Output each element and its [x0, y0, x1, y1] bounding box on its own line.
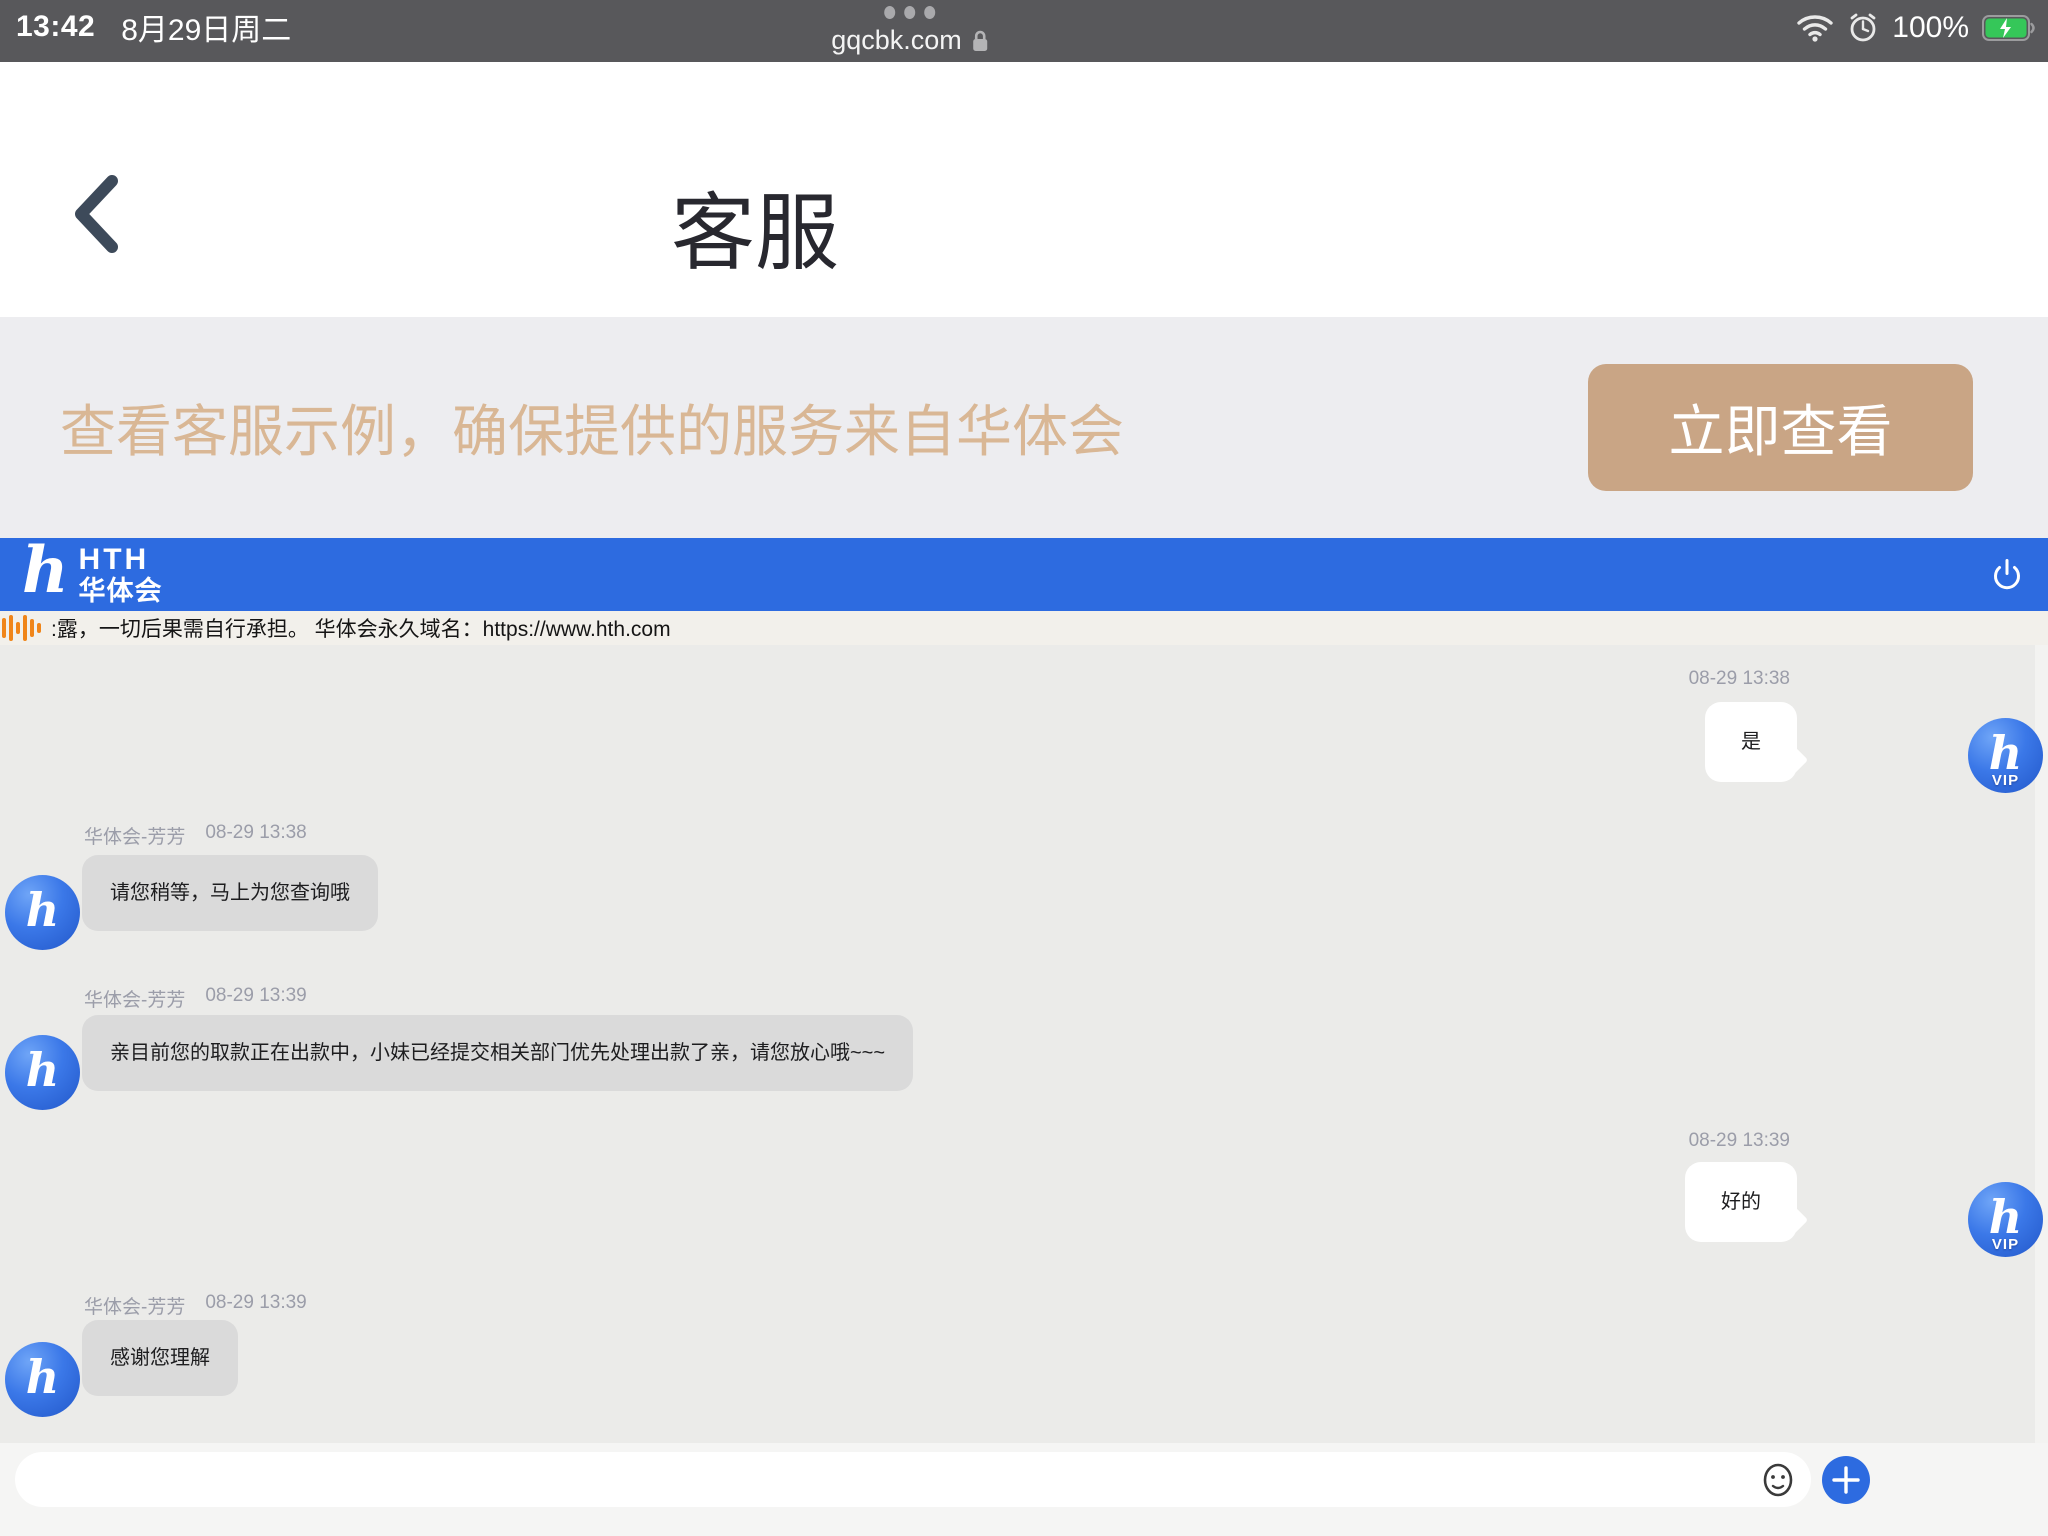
plus-icon	[1831, 1465, 1861, 1495]
vip-badge: VIP	[1968, 1236, 2043, 1253]
agent-name: 华体会-芳芳	[84, 1292, 185, 1319]
bubble-tail	[1780, 746, 1808, 774]
agent-avatar: h	[5, 1342, 80, 1417]
message-group-left: 华体会-芳芳 08-29 13:39 h 亲目前您的取款正在出款中，小妹已经提交…	[0, 985, 2048, 1145]
message-group-right: 08-29 13:39 好的 h VIP	[0, 1130, 2048, 1280]
power-button[interactable]	[1988, 556, 2026, 594]
message-bubble: 亲目前您的取款正在出款中，小妹已经提交相关部门优先处理出款了亲，请您放心哦~~~	[82, 1015, 913, 1091]
brand-logo-text: HTH	[79, 544, 163, 576]
message-time: 08-29 13:38	[205, 822, 306, 849]
avatar-h-icon: h	[1989, 730, 2022, 776]
status-left: 13:42 8月29日周二	[16, 0, 291, 54]
sound-wave-icon	[2, 615, 41, 641]
status-bar: 13:42 8月29日周二 gqcbk.com	[0, 0, 2048, 62]
battery-charging-icon	[1982, 15, 2036, 41]
user-avatar: h VIP	[1968, 1182, 2043, 1257]
message-time: 08-29 13:39	[205, 985, 306, 1012]
message-time: 08-29 13:38	[1689, 668, 1790, 690]
screen: 13:42 8月29日周二 gqcbk.com	[0, 0, 2048, 1536]
vip-badge: VIP	[1968, 772, 2043, 789]
message-input[interactable]	[43, 1452, 1737, 1509]
brand-logo-h-icon: h	[22, 542, 69, 600]
page-title: 客服	[671, 166, 839, 287]
message-input-pill	[15, 1452, 1811, 1507]
address-url: gqcbk.com	[831, 25, 962, 56]
bubble-tail	[1780, 1206, 1808, 1234]
announcement-text: :露，一切后果需自行承担。 华体会永久域名：https://www.hth.co…	[51, 613, 671, 643]
agent-name: 华体会-芳芳	[84, 822, 185, 849]
add-button[interactable]	[1822, 1456, 1870, 1504]
message-bubble: 请您稍等，马上为您查询哦	[82, 855, 378, 931]
message-time: 08-29 13:39	[205, 1292, 306, 1319]
brand-logo-cn: 华体会	[79, 576, 163, 606]
composer-bar	[0, 1443, 2048, 1536]
page-header: 客服	[0, 62, 2048, 317]
brand-bar: h HTH 华体会	[0, 538, 2048, 611]
back-button[interactable]	[70, 174, 122, 254]
lock-icon	[971, 29, 989, 53]
alarm-icon	[1847, 12, 1879, 44]
announcement-bar: :露，一切后果需自行承担。 华体会永久域名：https://www.hth.co…	[0, 611, 2048, 645]
address-bar[interactable]: gqcbk.com	[831, 6, 989, 56]
clock-time: 13:42	[16, 10, 95, 44]
user-avatar: h VIP	[1968, 718, 2043, 793]
view-now-button[interactable]: 立即查看	[1588, 364, 1973, 491]
status-date: 8月29日周二	[121, 5, 291, 49]
message-bubble: 好的	[1685, 1162, 1797, 1242]
message-bubble: 是	[1705, 702, 1797, 782]
message-group-left: 华体会-芳芳 08-29 13:38 h 请您稍等，马上为您查询哦	[0, 822, 2048, 982]
message-bubble: 感谢您理解	[82, 1320, 238, 1396]
promo-banner-text: 查看客服示例，确保提供的服务来自华体会	[60, 387, 1124, 468]
wifi-icon	[1796, 14, 1834, 42]
agent-avatar: h	[5, 875, 80, 950]
avatar-h-icon: h	[1989, 1194, 2022, 1240]
message-time: 08-29 13:39	[1689, 1130, 1790, 1152]
message-group-right: 08-29 13:38 是 h VIP	[0, 668, 2048, 818]
avatar-h-icon: h	[26, 1354, 59, 1400]
message-group-left: 华体会-芳芳 08-29 13:39 h 感谢您理解	[0, 1292, 2048, 1442]
brand-logo: h HTH 华体会	[22, 544, 163, 606]
agent-name: 华体会-芳芳	[84, 985, 185, 1012]
avatar-h-icon: h	[26, 1047, 59, 1093]
agent-avatar: h	[5, 1035, 80, 1110]
tab-dots-icon	[885, 6, 936, 19]
chat-scroll-area[interactable]: 08-29 13:38 是 h VIP 华体会-芳芳 08-29 13:38 h…	[0, 645, 2048, 1443]
emoji-button[interactable]	[1759, 1461, 1797, 1499]
avatar-h-icon: h	[26, 887, 59, 933]
promo-banner: 查看客服示例，确保提供的服务来自华体会 立即查看	[0, 317, 2048, 538]
status-right: 100%	[1796, 0, 2036, 56]
battery-percent: 100%	[1892, 11, 1969, 45]
